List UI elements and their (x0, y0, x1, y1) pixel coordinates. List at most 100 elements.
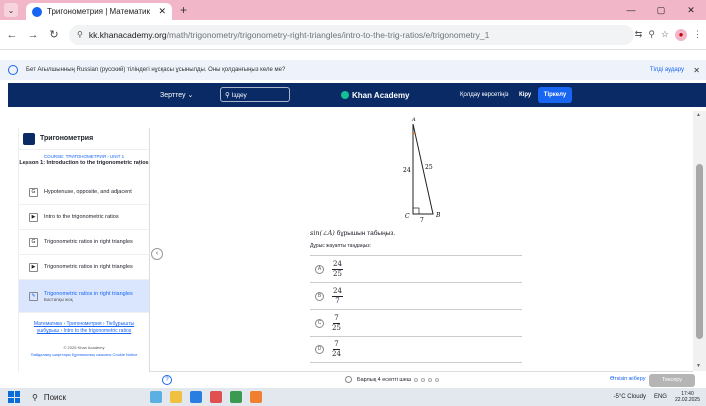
khan-logo[interactable]: Khan Academy (341, 91, 410, 100)
sidebar-item-label: Trigonometric ratios in right triangles (44, 239, 133, 245)
task-view-icon[interactable] (150, 391, 162, 403)
app-icon[interactable] (230, 391, 242, 403)
file-explorer-icon[interactable] (170, 391, 182, 403)
sidebar-item-label: Trigonometric ratios in right triangles (44, 290, 133, 297)
zoom-icon[interactable]: ⚲ (648, 29, 655, 40)
numerator: 24 (332, 259, 343, 270)
language-indicator[interactable]: ENG (654, 394, 667, 400)
scroll-thumb[interactable] (696, 164, 703, 339)
url-input[interactable]: ⚲ kk.khanacademy.org/math/trigonometry/t… (69, 24, 634, 45)
course-header[interactable]: Тригонометрия (19, 128, 149, 150)
forward-arrow-icon[interactable]: → (24, 29, 42, 41)
side-25-label: 25 (425, 164, 433, 171)
sidebar-item-article[interactable]: G Hypotenuse, opposite, and adjacent (19, 180, 149, 205)
footer-links[interactable]: Пайдалану шарттары Құпиялылық саясаты Co… (19, 352, 149, 357)
video-icon: ▶ (29, 262, 38, 272)
tab-close-icon[interactable]: ✕ (158, 6, 166, 17)
url-path: /math/trigonometry/trigonometry-right-tr… (166, 29, 490, 40)
help-icon[interactable]: ? (162, 375, 172, 385)
check-button[interactable]: Тексеру (649, 374, 695, 387)
next-lesson-icon[interactable]: › (139, 161, 141, 168)
signup-button[interactable]: Тіркелу (538, 87, 572, 103)
bookmark-star-icon[interactable]: ☆ (661, 29, 669, 40)
sidebar-item-video[interactable]: ▶ Intro to the trigonometric ratios (19, 205, 149, 230)
sidebar-item-exercise[interactable]: ✎ Trigonometric ratios in right triangle… (19, 280, 149, 313)
lesson-title: Lesson 1: Introduction to the trigonomet… (19, 160, 149, 166)
exercise-footer: ? Барлық 4 есепті шеш Өткізіп жіберу Тек… (150, 371, 695, 388)
sidebar-item-label-wrap: Trigonometric ratios in right triangles Б… (44, 291, 133, 302)
scroll-up-icon[interactable]: ▲ (696, 112, 701, 118)
course-crumb[interactable]: COURSE: ТРИГОНОМЕТРИЯ › UNIT 1 (19, 154, 149, 159)
page-scrollbar[interactable]: ▲ ▼ (693, 111, 706, 371)
progress-indicator: Барлық 4 есепті шеш (345, 376, 440, 383)
window-controls: — ▢ ✕ (616, 0, 706, 20)
scroll-down-icon[interactable]: ▼ (696, 363, 701, 369)
logo-text: Khan Academy (352, 90, 410, 100)
clock[interactable]: 17:40 22.02.2025 (675, 391, 700, 403)
search-input[interactable]: ⚲ Іздеу (220, 87, 290, 102)
translate-link[interactable]: Тілді аудару (650, 67, 684, 73)
prev-lesson-icon[interactable]: ‹ (25, 161, 27, 168)
translate-icon[interactable]: ⇆ (635, 29, 643, 40)
instruction-text: Дұрыс жауапты таңдаңыз: (310, 243, 371, 249)
right-angle-marker (412, 207, 420, 215)
denominator: 7 (335, 296, 340, 305)
vertex-b-label: B (435, 212, 441, 219)
denominator: 24 (332, 350, 341, 358)
date: 22.02.2025 (674, 397, 700, 403)
explore-menu[interactable]: Зерттеу ⌄ (160, 91, 193, 99)
donate-link[interactable]: Қолдау көрсетіңіз (460, 92, 509, 98)
search-icon: ⚲ (225, 92, 232, 99)
back-arrow-icon[interactable]: ← (3, 29, 21, 41)
exercise-area: A 24 25 C 7 B sin(∠A) бұрышын табыңыз. Д… (163, 111, 693, 367)
taskbar-apps (150, 391, 262, 403)
infobar-close-icon[interactable]: ✕ (693, 66, 700, 75)
progress-dot (435, 377, 440, 382)
vertex-c-label: C (405, 213, 410, 220)
new-tab-button[interactable]: + (180, 3, 187, 17)
progress-dot (421, 377, 426, 382)
course-title: Тригонометрия (40, 135, 94, 142)
login-link[interactable]: Кіру (519, 92, 531, 98)
site-info-icon[interactable]: ⚲ (77, 30, 83, 39)
tab-search-icon[interactable]: ⌄ (4, 3, 18, 17)
sidebar-item-label: Intro to the trigonometric ratios (44, 214, 119, 220)
close-window-button[interactable]: ✕ (676, 0, 706, 20)
edge-icon[interactable] (190, 391, 202, 403)
exercise-pencil-icon: ✎ (29, 291, 38, 301)
numerator: 7 (333, 313, 340, 324)
menu-kebab-icon[interactable]: ⋮ (693, 29, 702, 40)
minimize-button[interactable]: — (616, 0, 646, 20)
sidebar-item-status: Бастапқы жоқ (44, 296, 73, 302)
taskbar-search[interactable]: ⚲ Поиск (32, 393, 66, 402)
address-bar: ← → ↻ ⚲ kk.khanacademy.org/math/trigonom… (0, 20, 706, 50)
question-suffix: бұрышын табыңыз. (336, 230, 396, 237)
breadcrumb[interactable]: Математика › Тригонометрия › Тікбұрышты … (19, 313, 149, 335)
choice-c[interactable]: C 7 25 (310, 309, 522, 336)
article-icon: G (29, 187, 38, 197)
weather-text[interactable]: -5°C Cloudy (614, 394, 646, 400)
choice-d[interactable]: D 7 24 (310, 336, 522, 363)
copyright: © 2025 Khan Academy (63, 345, 105, 350)
reload-icon[interactable]: ↻ (45, 28, 63, 41)
profile-avatar[interactable]: ● (675, 28, 687, 41)
side-7-label: 7 (420, 217, 424, 224)
windows-taskbar: ⚲ Поиск -5°C Cloudy ENG 17:40 22.02.2025 (0, 388, 706, 406)
choice-fraction: 24 25 (332, 260, 343, 279)
sidebar-item-article-2[interactable]: G Trigonometric ratios in right triangle… (19, 230, 149, 255)
choice-b[interactable]: B 24 7 (310, 282, 522, 309)
chrome-icon[interactable] (210, 391, 222, 403)
browser-tab[interactable]: Тригонометрия | Математик ✕ (26, 3, 172, 20)
khan-leaf-icon (341, 91, 349, 100)
progress-dot (414, 377, 419, 382)
skip-button[interactable]: Өткізіп жіберу (610, 376, 645, 382)
choice-a[interactable]: A 24 25 (310, 255, 522, 282)
choice-letter: C (315, 318, 324, 328)
denominator: 25 (333, 269, 342, 278)
vertex-a-label: A (411, 117, 416, 123)
windows-start-icon[interactable] (8, 391, 20, 403)
collapse-sidebar-chevron-icon[interactable]: ‹ (151, 248, 163, 260)
sidebar-item-video-2[interactable]: ▶ Trigonometric ratios in right triangle… (19, 255, 149, 280)
maximize-button[interactable]: ▢ (646, 0, 676, 20)
app-icon[interactable] (250, 391, 262, 403)
